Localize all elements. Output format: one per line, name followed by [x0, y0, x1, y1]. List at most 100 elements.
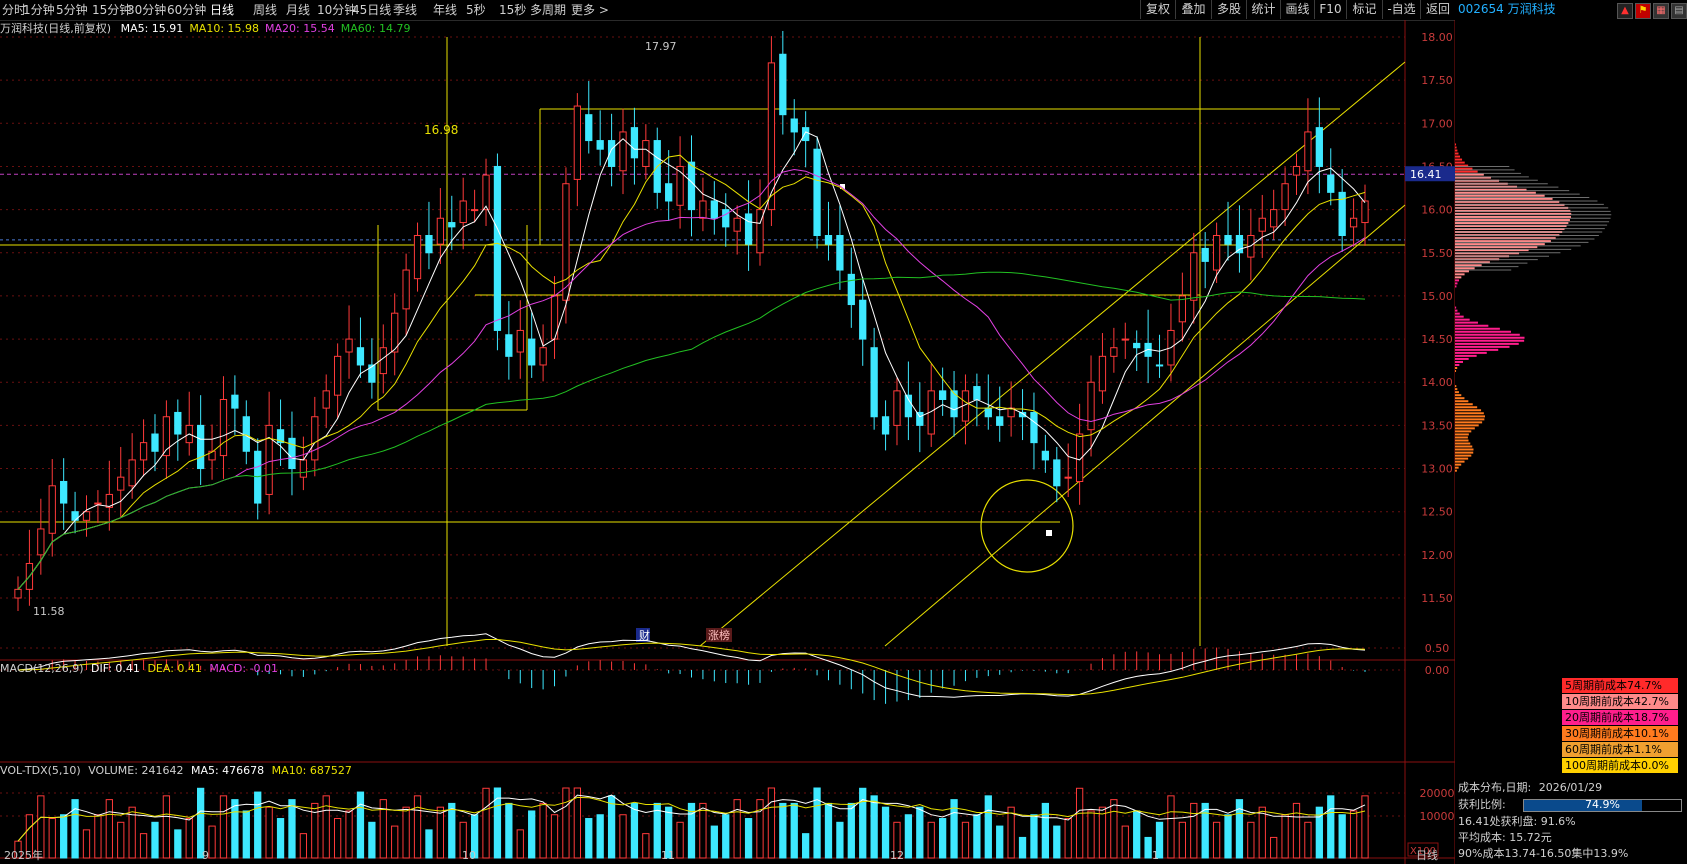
volume-bar: [139, 833, 148, 859]
candle-body: [676, 165, 684, 206]
volume-bar: [482, 787, 490, 859]
tab-3[interactable]: 15分钟: [92, 2, 131, 18]
toolbar-button-6[interactable]: 标记: [1346, 0, 1382, 19]
volume-bar: [1224, 814, 1232, 859]
candle-body: [482, 174, 490, 211]
toolbar-button-8[interactable]: 返回: [1420, 0, 1455, 19]
volume-bar: [756, 799, 764, 859]
tab-13[interactable]: 5秒: [466, 2, 486, 18]
volume-bar: [265, 806, 273, 859]
candle-body: [687, 161, 696, 211]
candle-body: [1327, 174, 1335, 193]
tab-12[interactable]: 年线: [433, 2, 457, 18]
chip-date-label: 成本分布,日期:: [1458, 781, 1532, 794]
tab-7[interactable]: 周线: [253, 2, 277, 18]
volume-bar: [368, 821, 376, 859]
volume-bar: [528, 810, 536, 859]
candle-body: [1041, 450, 1050, 461]
y-tick-label: 11.50: [1421, 592, 1453, 605]
kline-chart[interactable]: 18.0017.5017.0016.5016.0015.5015.0014.50…: [0, 20, 1455, 864]
volume-bar: [550, 814, 559, 859]
macd-tick-label: 0.00: [1425, 664, 1450, 677]
candle-body: [1155, 364, 1164, 367]
candle-body: [1098, 355, 1107, 392]
candle-body: [528, 338, 536, 366]
candle-body: [82, 511, 91, 521]
ma-label-3: MA60: 14.79: [340, 22, 411, 35]
volume-bar: [322, 795, 330, 859]
volume-bar: [151, 821, 159, 859]
tab-16[interactable]: 更多 >: [571, 2, 609, 18]
macd-title: MACD(12,26,9): [0, 662, 84, 675]
volume-bar: [1270, 836, 1278, 859]
candle-body: [459, 200, 467, 224]
candle-body: [151, 433, 159, 452]
candle-body: [1190, 252, 1198, 301]
volume-bar: [505, 802, 513, 859]
tab-15[interactable]: 多周期: [530, 2, 566, 18]
y-tick-label: 13.00: [1421, 463, 1453, 476]
chip-legend-row: 100周期前成本0.0%: [1562, 758, 1678, 773]
tab-2[interactable]: 5分钟: [56, 2, 88, 18]
volume-bar: [859, 787, 867, 859]
grid-icon[interactable]: ▦: [1653, 3, 1669, 19]
y-tick-label: 14.50: [1421, 333, 1453, 346]
candle-body: [1030, 411, 1038, 444]
candle-body: [288, 437, 296, 470]
event-tag-cai: 财: [639, 628, 650, 642]
candle-body: [1258, 217, 1266, 232]
volume-bar: [1190, 802, 1198, 859]
tab-4[interactable]: 30分钟: [127, 2, 166, 18]
candle-body: [436, 217, 445, 245]
flag-icon[interactable]: ⚑: [1635, 3, 1651, 19]
tab-6[interactable]: 日线: [210, 2, 234, 18]
candle-body: [573, 105, 581, 180]
y-tick-label: 12.50: [1421, 506, 1453, 519]
current-price-label: 16.41: [1410, 168, 1442, 181]
candle-body: [973, 386, 981, 400]
volume-bar: [197, 787, 205, 859]
volume-bar: [836, 821, 844, 859]
volume-bar: [1144, 836, 1152, 859]
tab-11[interactable]: 季线: [393, 2, 417, 18]
candle-body: [219, 398, 228, 457]
toolbar-button-0[interactable]: 复权: [1140, 0, 1175, 19]
volume-bar: [847, 802, 855, 859]
volume-bar: [904, 814, 913, 859]
toolbar-button-7[interactable]: -自选: [1382, 0, 1420, 19]
volume-bar: [961, 821, 970, 859]
toolbar-button-5[interactable]: F10: [1314, 0, 1346, 19]
volume-bar: [1075, 787, 1084, 859]
tab-10[interactable]: 45日线: [352, 2, 391, 18]
toolbar-button-2[interactable]: 多股: [1211, 0, 1246, 19]
candle-body: [1349, 217, 1358, 228]
candle-body: [37, 528, 45, 556]
tab-1[interactable]: 1分钟: [23, 2, 55, 18]
toolbar-button-1[interactable]: 叠加: [1175, 0, 1211, 19]
toolbar-button-4[interactable]: 画线: [1280, 0, 1314, 19]
tab-9[interactable]: 10分钟: [317, 2, 356, 18]
main-chart-legend: 万润科技(日线,前复权) MA5: 15.91 MA10: 15.98 MA20: …: [0, 21, 410, 37]
volume-legend: VOL-TDX(5,10) VOLUME: 241642 MA5: 476678…: [0, 763, 352, 779]
chip-legend-row: 30周期前成本10.1%: [1562, 726, 1678, 741]
up-arrow-icon[interactable]: ▲: [1617, 3, 1633, 19]
candle-body: [48, 485, 56, 534]
volume-bar: [744, 818, 753, 859]
panel-icon[interactable]: ▤: [1671, 3, 1687, 19]
candle-body: [733, 217, 741, 232]
candle-body: [71, 511, 79, 521]
toolbar-button-3[interactable]: 统计: [1246, 0, 1280, 19]
volume-bar: [881, 806, 890, 859]
candle-body: [1133, 342, 1141, 349]
candle-body: [585, 114, 593, 142]
volume-bar: [413, 795, 422, 859]
candle-body: [859, 299, 867, 340]
tab-14[interactable]: 15秒: [499, 2, 526, 18]
volume-bar: [1258, 806, 1266, 859]
volume-bar: [1041, 802, 1050, 859]
tab-8[interactable]: 月线: [286, 2, 310, 18]
tab-5[interactable]: 60分钟: [167, 2, 206, 18]
chip-date-value: 2026/01/29: [1538, 781, 1603, 794]
y-tick-label: 14.00: [1421, 376, 1453, 389]
y-tick-label: 18.00: [1421, 31, 1453, 44]
